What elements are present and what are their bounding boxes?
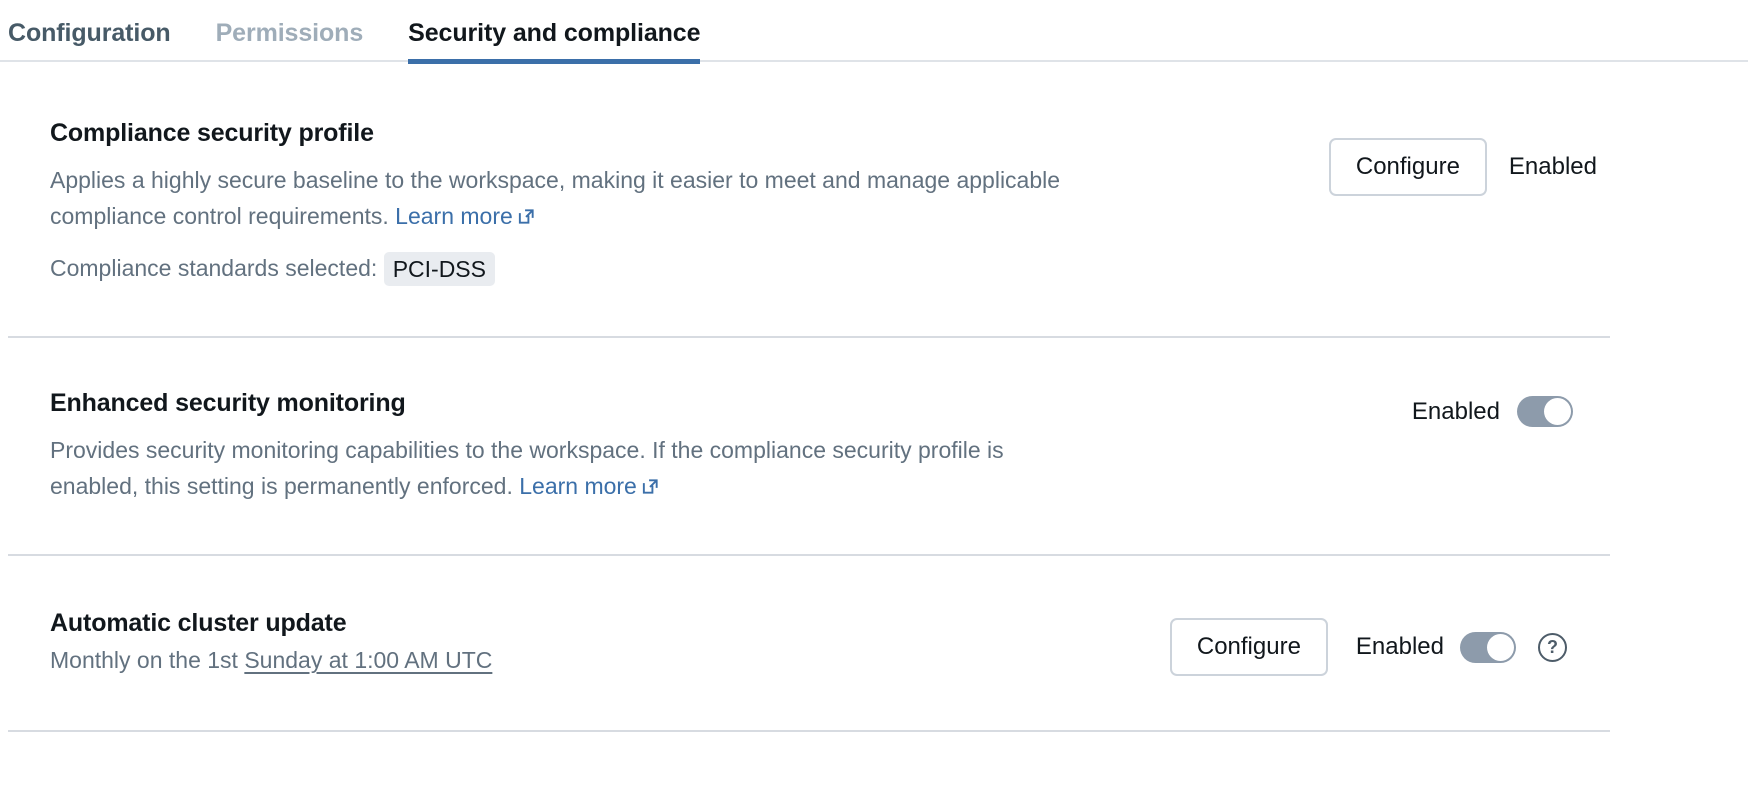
compliance-configure-button[interactable]: Configure <box>1329 138 1487 196</box>
compliance-learn-more-label: Learn more <box>395 203 513 229</box>
tab-security-and-compliance[interactable]: Security and compliance <box>408 0 700 62</box>
external-link-icon <box>517 200 536 236</box>
tab-security-and-compliance-label: Security and compliance <box>408 19 700 47</box>
external-link-icon <box>641 470 660 506</box>
cluster-update-schedule-prefix: Monthly on the 1st <box>50 647 238 673</box>
enhanced-monitoring-learn-more-link[interactable]: Learn more <box>519 473 660 499</box>
toggle-knob <box>1544 398 1571 425</box>
tab-permissions[interactable]: Permissions <box>216 0 364 62</box>
compliance-security-profile-title: Compliance security profile <box>50 118 1080 148</box>
enhanced-security-monitoring-info: Enhanced security monitoring Provides se… <box>50 388 1035 506</box>
cluster-update-schedule-value[interactable]: Sunday at 1:00 AM UTC <box>244 647 492 673</box>
cluster-update-toggle[interactable] <box>1460 632 1516 663</box>
toggle-knob <box>1487 634 1514 661</box>
automatic-cluster-update-info: Automatic cluster update Monthly on the … <box>50 608 492 678</box>
tab-configuration-label: Configuration <box>8 19 171 47</box>
section-automatic-cluster-update: Automatic cluster update Monthly on the … <box>8 556 1740 730</box>
cluster-update-configure-button[interactable]: Configure <box>1170 618 1328 676</box>
compliance-standards-label: Compliance standards selected: <box>50 255 377 281</box>
enhanced-monitoring-toggle[interactable] <box>1517 396 1573 427</box>
enhanced-monitoring-status-label: Enabled <box>1412 398 1500 426</box>
compliance-security-profile-controls: Configure Enabled <box>1329 138 1597 196</box>
enhanced-monitoring-learn-more-label: Learn more <box>519 473 637 499</box>
compliance-standards-row: Compliance standards selected: PCI-DSS <box>50 250 1080 286</box>
help-icon-glyph: ? <box>1547 637 1558 657</box>
enhanced-security-monitoring-title: Enhanced security monitoring <box>50 388 1035 418</box>
compliance-security-profile-description-text: Applies a highly secure baseline to the … <box>50 167 1060 229</box>
compliance-standards-chip: PCI-DSS <box>384 252 495 286</box>
enhanced-security-monitoring-description: Provides security monitoring capabilitie… <box>50 432 1035 506</box>
compliance-learn-more-link[interactable]: Learn more <box>395 203 536 229</box>
tab-permissions-label: Permissions <box>216 19 364 47</box>
tab-bar: Configuration Permissions Security and c… <box>0 0 1748 62</box>
question-mark-circle-icon[interactable]: ? <box>1538 633 1567 662</box>
enhanced-security-monitoring-controls: Enabled <box>1412 396 1573 427</box>
automatic-cluster-update-schedule: Monthly on the 1st Sunday at 1:00 AM UTC <box>50 642 492 678</box>
automatic-cluster-update-controls: Configure Enabled ? <box>1170 618 1567 676</box>
compliance-security-profile-info: Compliance security profile Applies a hi… <box>50 118 1080 286</box>
automatic-cluster-update-title: Automatic cluster update <box>50 608 492 638</box>
cluster-update-status-label: Enabled <box>1356 633 1444 661</box>
tab-configuration[interactable]: Configuration <box>8 0 171 62</box>
compliance-status-label: Enabled <box>1509 153 1597 181</box>
section-enhanced-security-monitoring: Enhanced security monitoring Provides se… <box>8 338 1740 554</box>
settings-content: Compliance security profile Applies a hi… <box>0 62 1748 732</box>
section-compliance-security-profile: Compliance security profile Applies a hi… <box>8 62 1740 336</box>
compliance-security-profile-description: Applies a highly secure baseline to the … <box>50 162 1080 236</box>
divider-3 <box>8 730 1610 732</box>
